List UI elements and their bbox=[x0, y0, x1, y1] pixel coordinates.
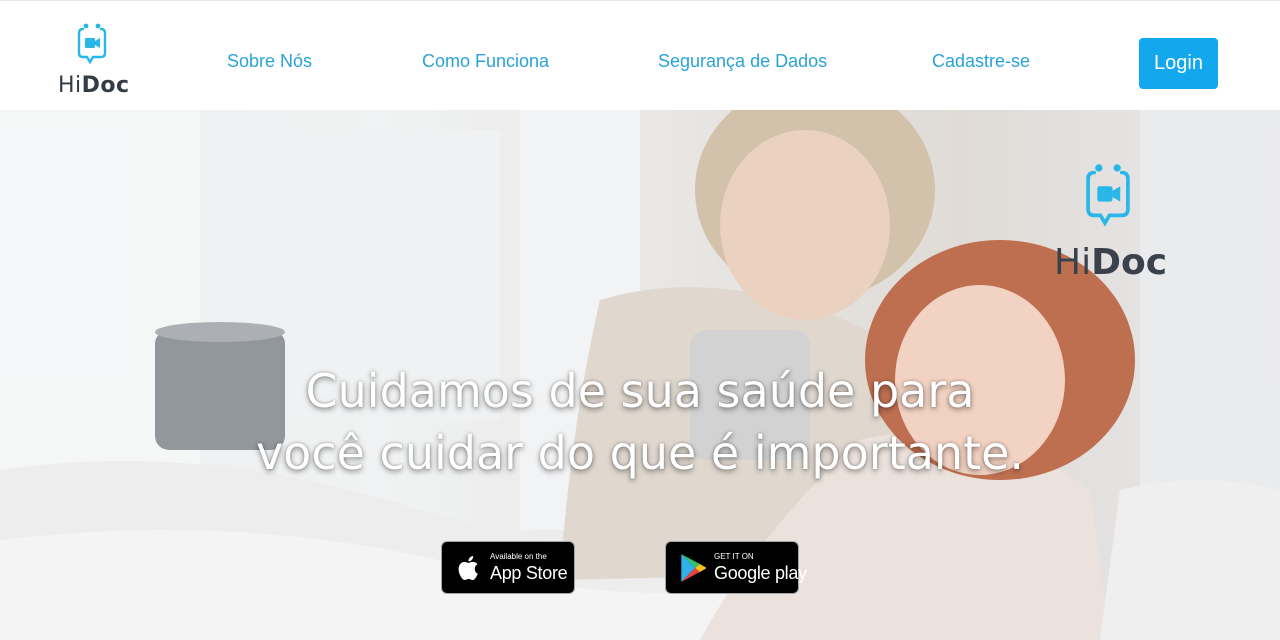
nav-sobre-nos[interactable]: Sobre Nós bbox=[227, 51, 312, 72]
nav-como-funciona[interactable]: Como Funciona bbox=[422, 51, 549, 72]
logo-wordmark: HiDoc bbox=[58, 73, 130, 98]
top-navbar: HiDoc Sobre Nós Como Funciona Segurança … bbox=[0, 0, 1280, 110]
hero-logo-wordmark: HiDoc bbox=[1054, 242, 1168, 283]
hidoc-logo[interactable]: HiDoc bbox=[58, 21, 130, 98]
google-play-icon bbox=[681, 553, 707, 582]
app-store-big-text: App Store bbox=[490, 563, 568, 583]
hero-hidoc-logo: HiDoc bbox=[1052, 162, 1172, 283]
headline-line-2: você cuidar do que é importante. bbox=[255, 426, 1025, 480]
google-play-big-text: Google play bbox=[714, 563, 807, 583]
hero-headline: Cuidamos de sua saúde para você cuidar d… bbox=[200, 360, 1080, 484]
app-store-badge[interactable]: Available on the App Store bbox=[441, 541, 575, 594]
google-play-small-text: GET IT ON bbox=[714, 552, 754, 561]
video-chat-icon bbox=[77, 23, 107, 65]
nav-cadastre-se[interactable]: Cadastre-se bbox=[932, 51, 1030, 72]
video-chat-icon bbox=[1086, 164, 1130, 227]
hero-banner: HiDoc Cuidamos de sua saúde para você cu… bbox=[0, 110, 1280, 640]
apple-icon bbox=[458, 555, 478, 580]
headline-line-1: Cuidamos de sua saúde para bbox=[305, 364, 975, 418]
google-play-badge[interactable]: GET IT ON Google play bbox=[665, 541, 807, 594]
nav-seguranca-de-dados[interactable]: Segurança de Dados bbox=[658, 51, 827, 72]
login-button[interactable]: Login bbox=[1139, 38, 1218, 89]
app-store-small-text: Available on the bbox=[490, 552, 547, 561]
